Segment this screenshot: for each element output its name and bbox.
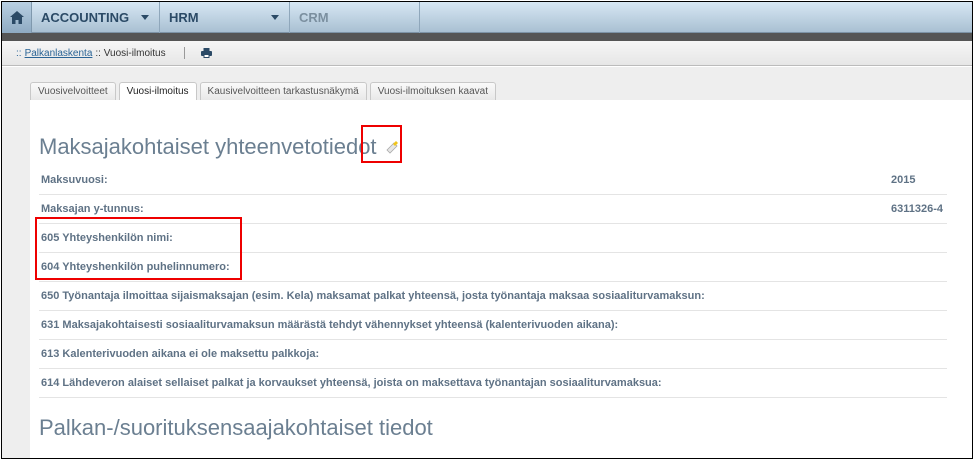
tab-kausivelvoitteen-tarkastusnakyma[interactable]: Kausivelvoitteen tarkastusnäkymä	[199, 82, 367, 100]
row-maksuvuosi: Maksuvuosi: 2015	[39, 166, 947, 195]
section-title: Maksajakohtaiset yhteenvetotiedot	[39, 134, 399, 160]
tab-vuosi-ilmoituksen-kaavat[interactable]: Vuosi-ilmoituksen kaavat	[369, 82, 496, 100]
breadcrumb: :: Palkanlaskenta :: Vuosi-ilmoitus	[2, 41, 972, 66]
row-label: 614 Lähdeveron alaiset sellaiset palkat …	[41, 377, 662, 389]
row-value: 2015	[891, 174, 916, 186]
nav-label: ACCOUNTING	[41, 10, 130, 25]
row-650: 650 Työnantaja ilmoittaa sijaismaksajan …	[39, 282, 947, 311]
row-613: 613 Kalenterivuoden aikana ei ole makset…	[39, 340, 947, 369]
top-nav: ACCOUNTING HRM CRM	[2, 2, 972, 33]
highlight-box	[35, 217, 242, 280]
breadcrumb-prefix: ::	[16, 47, 22, 59]
chevron-down-icon	[141, 15, 149, 20]
nav-crm[interactable]: CRM	[290, 2, 420, 33]
highlight-box	[361, 125, 402, 163]
home-button[interactable]	[2, 2, 32, 33]
section-title-text: Maksajakohtaiset yhteenvetotiedot	[39, 134, 377, 159]
row-614: 614 Lähdeveron alaiset sellaiset palkat …	[39, 369, 947, 398]
nav-label: CRM	[299, 10, 329, 25]
tab-bar: Vuosivelvoitteet Vuosi-ilmoitus Kausivel…	[30, 82, 496, 101]
divider	[183, 47, 185, 59]
breadcrumb-current: :: Vuosi-ilmoitus	[95, 47, 166, 59]
tab-vuosivelvoitteet[interactable]: Vuosivelvoitteet	[30, 82, 116, 100]
row-label: 631 Maksajakohtaisesti sosiaaliturvamaks…	[41, 319, 619, 331]
breadcrumb-link-palkanlaskenta[interactable]: Palkanlaskenta	[25, 48, 93, 59]
row-631: 631 Maksajakohtaisesti sosiaaliturvamaks…	[39, 311, 947, 340]
nav-label: HRM	[169, 10, 199, 25]
nav-hrm[interactable]: HRM	[160, 2, 290, 33]
divider-strip	[2, 33, 972, 41]
row-value: 6311326-4	[891, 203, 943, 215]
row-label: 650 Työnantaja ilmoittaa sijaismaksajan …	[41, 290, 705, 302]
chevron-down-icon	[271, 15, 279, 20]
row-label: 613 Kalenterivuoden aikana ei ole makset…	[41, 348, 320, 360]
section-title-2: Palkan-/suorituksensaajakohtaiset tiedot	[39, 415, 433, 440]
summary-list: Maksuvuosi: 2015 Maksajan y-tunnus: 631132…	[39, 166, 947, 398]
print-icon[interactable]	[200, 48, 212, 58]
row-label: Maksajan y-tunnus:	[41, 203, 144, 215]
row-label: Maksuvuosi:	[41, 174, 108, 186]
home-icon	[9, 11, 24, 24]
tab-vuosi-ilmoitus[interactable]: Vuosi-ilmoitus	[118, 82, 197, 101]
nav-accounting[interactable]: ACCOUNTING	[32, 2, 160, 33]
